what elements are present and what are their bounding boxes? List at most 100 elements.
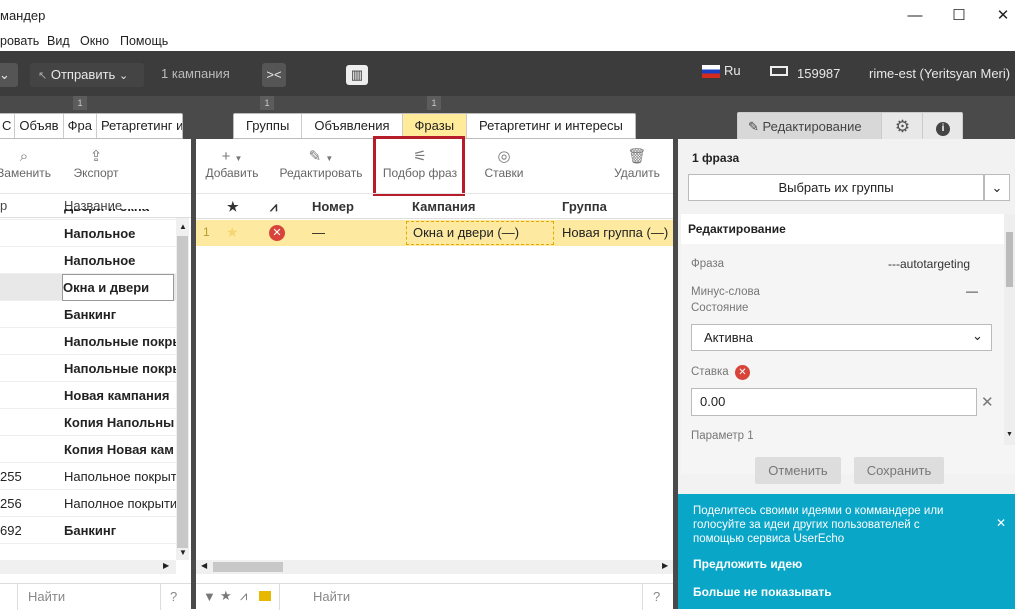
list-item[interactable]: Напольное <box>0 247 176 274</box>
help-button[interactable]: ? <box>653 589 660 604</box>
close-button[interactable]: ✕ <box>981 0 1015 30</box>
dropdown-button[interactable]: ⌄ <box>0 63 18 87</box>
star-filter-icon[interactable]: ★ <box>220 588 232 604</box>
number-column-header[interactable]: Номер <box>312 199 354 214</box>
campaign-name: Напольные покры <box>64 334 176 349</box>
left-tabs: С Объяв Фра Ретаргетинг и <box>0 113 183 139</box>
search-input[interactable]: Найти <box>28 589 65 604</box>
tab-phrases[interactable]: Фразы <box>402 114 468 138</box>
menu-bar: ровать Вид Окно Помощь <box>0 30 1015 51</box>
menu-edit[interactable]: ровать <box>0 34 39 48</box>
dont-show-link[interactable]: Больше не показывать <box>693 585 832 599</box>
gear-icon: ⚙ <box>894 117 911 136</box>
divider <box>160 584 161 610</box>
menu-help[interactable]: Помощь <box>120 34 168 48</box>
horizontal-scrollbar[interactable]: ◀ ▶ <box>196 560 673 574</box>
search-input[interactable]: Найти <box>313 589 350 604</box>
selection-count: 1 фраза <box>692 151 740 165</box>
campaign-column-header[interactable]: Кампания <box>412 199 475 214</box>
menu-window[interactable]: Окно <box>80 34 109 48</box>
menu-view[interactable]: Вид <box>47 34 70 48</box>
clear-icon[interactable]: ✕ <box>981 393 994 411</box>
scroll-right-icon: ▶ <box>163 561 170 570</box>
list-item[interactable]: Копия Новая кам <box>0 436 176 463</box>
list-item[interactable]: Двери и окна <box>0 209 176 220</box>
group-column-header[interactable]: Группа <box>562 199 607 214</box>
row-number: — <box>312 225 325 240</box>
tab-retargeting[interactable]: Ретаргетинг и <box>97 114 182 138</box>
row-campaign[interactable]: Окна и двери (—) <box>406 221 554 245</box>
save-button[interactable]: Сохранить <box>854 457 944 484</box>
list-item[interactable]: 256 Наполное покрыти <box>0 490 176 517</box>
add-button[interactable]: + ▼ Добавить <box>204 148 260 180</box>
close-icon[interactable]: ✕ <box>996 516 1006 530</box>
list-item[interactable]: 255 Напольное покрыт <box>0 463 176 490</box>
main-toolbar: ⌄ ↖ Отправить ⌄ 1 кампания >< ▥ Ru 15998… <box>0 51 1015 96</box>
collapse-button[interactable]: >< <box>262 63 286 87</box>
bids-icon: ◎ <box>497 148 511 165</box>
filter-icon[interactable]: ▼ <box>203 589 216 604</box>
list-item[interactable]: Напольные покры <box>0 355 176 382</box>
export-button[interactable]: ⇪ Экспорт <box>68 148 124 180</box>
bid-label: Ставка <box>691 366 729 378</box>
tab-retargeting[interactable]: Ретаргетинг и интересы <box>467 114 635 138</box>
scrollbar-thumb[interactable] <box>177 236 188 548</box>
campaign-id: 255 <box>0 469 22 484</box>
list-item[interactable]: 692 Банкинг <box>0 517 176 544</box>
campaign-name: Новая кампания <box>64 388 170 403</box>
row-group[interactable]: Новая группа (—) <box>562 225 668 240</box>
user-account[interactable]: rime-est (Yeritsyan Meri) <box>869 66 1010 81</box>
cancel-button[interactable]: Отменить <box>755 457 841 484</box>
maximize-button[interactable]: ☐ <box>937 0 981 30</box>
bids-button[interactable]: ◎ Ставки <box>480 148 528 180</box>
tab-ads[interactable]: Объявления <box>302 114 403 138</box>
feedback-notice: Поделитесь своими идеями о коммандере ил… <box>678 494 1015 609</box>
suggest-idea-link[interactable]: Предложить идею <box>693 557 802 571</box>
tab-phrases[interactable]: Фра <box>64 114 97 138</box>
delete-button[interactable]: 🗑 Удалить <box>612 148 662 180</box>
edit-tab[interactable]: ✎ Редактирование <box>738 113 882 140</box>
state-select[interactable]: Активна ⌄ <box>691 324 992 351</box>
columns-button[interactable]: ▥ <box>346 65 368 85</box>
folder-filter-icon[interactable] <box>259 591 271 601</box>
settings-tab[interactable]: ⚙ <box>883 113 923 140</box>
tab-ads[interactable]: Объяв <box>15 114 64 138</box>
chevron-down-icon: ⌄ <box>0 67 10 82</box>
scrollbar-thumb[interactable] <box>1006 232 1013 287</box>
campaign-name: Банкинг <box>64 523 117 538</box>
edit-button[interactable]: ✎ ▼ Редактировать <box>278 148 364 180</box>
scrollbar[interactable]: ▼ <box>1004 214 1015 445</box>
choose-groups-button[interactable]: Выбрать их группы <box>688 174 984 201</box>
minimize-button[interactable]: — <box>893 0 937 30</box>
list-item[interactable]: Банкинг <box>0 301 176 328</box>
campaign-name: Банкинг <box>64 307 117 322</box>
list-item[interactable]: Копия Напольны <box>0 409 176 436</box>
language[interactable]: Ru <box>724 63 741 78</box>
status-filter-icon[interactable]: ⩘ <box>240 588 247 604</box>
help-button[interactable]: ? <box>170 589 177 604</box>
tab-campaigns[interactable]: С <box>0 114 16 138</box>
scrollbar-thumb[interactable] <box>213 562 283 572</box>
info-tab[interactable]: i <box>924 113 962 140</box>
list-item[interactable]: Новая кампания <box>0 382 176 409</box>
scroll-down-icon: ▼ <box>1006 431 1013 438</box>
star-column-header[interactable]: ★ <box>227 199 239 215</box>
replace-button[interactable]: ⌕ Заменить <box>0 148 52 180</box>
bid-input[interactable]: 0.00 <box>691 388 977 416</box>
columns-icon: ▥ <box>350 67 364 82</box>
campaigns-panel: ⌕ Заменить ⇪ Экспорт р Название Двери и … <box>0 139 191 610</box>
tab-groups[interactable]: Группы <box>234 114 303 138</box>
divider <box>17 584 18 610</box>
right-tabs: ✎ Редактирование ⚙ i <box>737 112 963 141</box>
choose-groups-dropdown[interactable]: ⌄ <box>984 174 1010 201</box>
table-row[interactable]: 1 ★ ✕ — Окна и двери (—) Новая группа (—… <box>196 220 673 246</box>
scrollbar[interactable]: ▲ ▼ <box>176 218 189 560</box>
list-item[interactable]: Окна и двери <box>0 274 176 301</box>
plus-icon: + ▼ <box>221 148 243 165</box>
horizontal-scrollbar[interactable]: ▶ <box>0 560 176 574</box>
send-button[interactable]: ↖ Отправить ⌄ <box>30 63 144 87</box>
star-icon[interactable]: ★ <box>226 224 239 241</box>
list-item[interactable]: Напольные покры <box>0 328 176 355</box>
status-column-icon[interactable]: ⩘ <box>270 199 277 215</box>
list-item[interactable]: Напольное <box>0 220 176 247</box>
